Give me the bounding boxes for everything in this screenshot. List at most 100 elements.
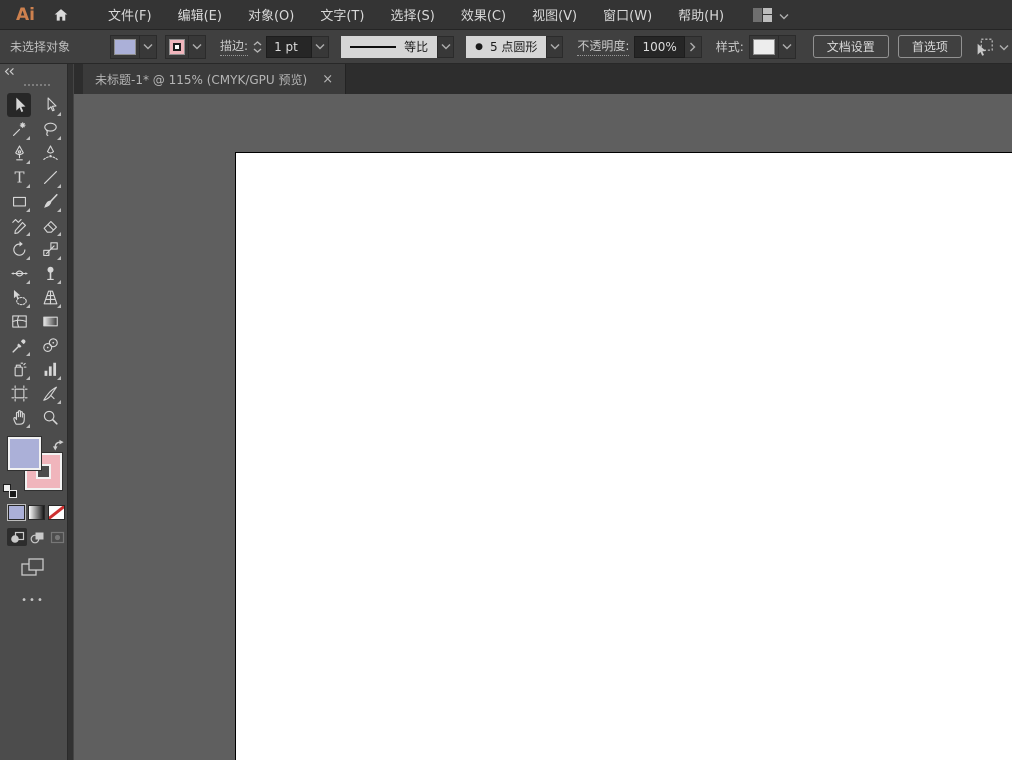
shaper-icon bbox=[11, 218, 26, 234]
chevron-down-icon bbox=[188, 35, 205, 58]
symbol-sprayer-icon bbox=[14, 362, 27, 376]
opacity-input[interactable]: 100% bbox=[634, 35, 685, 58]
chevron-down-icon bbox=[139, 35, 156, 58]
style-dropdown[interactable] bbox=[748, 34, 796, 59]
home-button[interactable] bbox=[51, 5, 71, 25]
opacity-panel-link[interactable]: 不透明度: bbox=[577, 37, 630, 56]
slice-tool[interactable] bbox=[38, 381, 62, 405]
menu-item-window[interactable]: 窗口(W) bbox=[590, 0, 665, 30]
eraser-tool[interactable] bbox=[38, 213, 62, 237]
menu-item-file[interactable]: 文件(F) bbox=[95, 0, 165, 30]
pen-icon bbox=[14, 144, 24, 160]
fill-color-dropdown[interactable] bbox=[110, 34, 158, 59]
draw-normal-button[interactable] bbox=[7, 528, 27, 546]
paintbrush-tool[interactable] bbox=[38, 189, 62, 213]
style-label: 样式: bbox=[715, 40, 744, 54]
swap-fill-stroke-button[interactable] bbox=[52, 436, 65, 455]
line-segment-tool[interactable] bbox=[38, 165, 62, 189]
workspace-layout-icon bbox=[753, 7, 773, 22]
menu-item-type[interactable]: 文字(T) bbox=[307, 0, 377, 30]
collapse-panel-icon[interactable] bbox=[4, 67, 15, 76]
symbol-sprayer-tool[interactable] bbox=[7, 357, 31, 381]
rectangle-icon bbox=[12, 196, 26, 206]
draw-inside-button[interactable] bbox=[47, 528, 67, 546]
puppet-warp-tool[interactable] bbox=[38, 261, 62, 285]
fill-swatch[interactable] bbox=[8, 437, 41, 470]
blend-tool[interactable] bbox=[38, 333, 62, 357]
screen-mode-button[interactable] bbox=[20, 557, 52, 582]
menu-bar: Ai 文件(F) 编辑(E) 对象(O) 文字(T) 选择(S) 效果(C) 视图(V) 窗口… bbox=[0, 0, 1012, 30]
document-setup-button[interactable]: 文档设置 bbox=[812, 35, 889, 58]
menu-item-edit[interactable]: 编辑(E) bbox=[165, 0, 235, 30]
color-button[interactable] bbox=[8, 505, 25, 520]
opacity-expand-button[interactable] bbox=[684, 35, 702, 58]
magic-wand-tool[interactable] bbox=[7, 117, 31, 141]
document-tab[interactable]: 未标题-1* @ 115% (CMYK/GPU 预览) × bbox=[83, 64, 347, 94]
width-profile-dropdown-button[interactable] bbox=[437, 35, 455, 58]
column-graph-tool[interactable] bbox=[38, 357, 62, 381]
gradient-icon bbox=[42, 316, 58, 326]
panel-divider[interactable] bbox=[67, 64, 74, 760]
stroke-weight-dropdown-button[interactable] bbox=[312, 35, 330, 58]
artboard-icon bbox=[10, 384, 28, 402]
width-profile-label: 等比 bbox=[404, 40, 429, 54]
preferences-button[interactable]: 首选项 bbox=[897, 35, 962, 58]
swap-arrows-icon bbox=[52, 439, 64, 451]
perspective-grid-tool[interactable] bbox=[38, 285, 62, 309]
toolbar-grip[interactable] bbox=[24, 84, 50, 86]
shape-builder-tool[interactable] bbox=[7, 285, 31, 309]
selection-tool[interactable] bbox=[7, 93, 31, 117]
menu-item-effect[interactable]: 效果(C) bbox=[448, 0, 519, 30]
stroke-weight-stepper[interactable] bbox=[253, 40, 262, 53]
chevron-down-icon bbox=[779, 5, 789, 24]
cursor-marquee-icon bbox=[977, 38, 993, 56]
edit-toolbar-button[interactable]: ••• bbox=[0, 595, 66, 606]
none-button[interactable] bbox=[48, 505, 65, 520]
curvature-tool[interactable] bbox=[38, 141, 62, 165]
stroke-color-dropdown[interactable] bbox=[165, 34, 207, 59]
canvas-pasteboard[interactable] bbox=[74, 94, 1012, 760]
width-tool[interactable] bbox=[7, 261, 31, 285]
zoom-tool[interactable] bbox=[38, 405, 62, 429]
artboard-tool[interactable] bbox=[7, 381, 31, 405]
style-swatch bbox=[752, 38, 775, 55]
artboard[interactable] bbox=[235, 152, 1012, 760]
draw-behind-button[interactable] bbox=[27, 528, 47, 546]
rotate-tool[interactable] bbox=[7, 237, 31, 261]
rectangle-tool[interactable] bbox=[7, 189, 31, 213]
hand-tool[interactable] bbox=[7, 405, 31, 429]
curvature-icon bbox=[42, 144, 58, 160]
column-graph-icon bbox=[44, 362, 56, 376]
menu-item-select[interactable]: 选择(S) bbox=[377, 0, 447, 30]
chevron-down-icon bbox=[441, 44, 451, 50]
pen-tool[interactable] bbox=[7, 141, 31, 165]
magic-wand-icon bbox=[12, 121, 26, 136]
width-profile-preview[interactable]: 等比 bbox=[341, 35, 438, 58]
brush-dropdown-button[interactable] bbox=[546, 35, 564, 58]
close-tab-icon[interactable]: × bbox=[322, 73, 333, 86]
selection-behavior-dropdown[interactable] bbox=[974, 37, 1009, 56]
gradient-button[interactable] bbox=[28, 505, 45, 520]
shaper-tool[interactable] bbox=[7, 213, 31, 237]
document-tab-bar: 未标题-1* @ 115% (CMYK/GPU 预览) × bbox=[74, 64, 1012, 94]
direct-selection-tool[interactable] bbox=[38, 93, 62, 117]
menu-item-object[interactable]: 对象(O) bbox=[235, 0, 307, 30]
stroke-panel-link[interactable]: 描边: bbox=[220, 37, 249, 56]
tools-panel: T ••• bbox=[0, 64, 74, 760]
fill-color-swatch bbox=[114, 38, 137, 55]
stroke-weight-input[interactable]: 1 pt bbox=[266, 35, 313, 58]
menu-item-help[interactable]: 帮助(H) bbox=[665, 0, 737, 30]
brush-definition-preview[interactable]: ● 5 点圆形 bbox=[466, 35, 547, 58]
default-fill-stroke-button[interactable] bbox=[3, 484, 17, 498]
chevron-down-icon bbox=[550, 44, 560, 50]
menu-item-view[interactable]: 视图(V) bbox=[519, 0, 590, 30]
gradient-tool[interactable] bbox=[38, 309, 62, 333]
scale-tool[interactable] bbox=[38, 237, 62, 261]
chevron-down-icon bbox=[777, 35, 795, 58]
lasso-tool[interactable] bbox=[38, 117, 62, 141]
eyedropper-tool[interactable] bbox=[7, 333, 31, 357]
type-tool[interactable]: T bbox=[7, 165, 31, 189]
workspace-switcher-button[interactable] bbox=[753, 5, 789, 24]
mesh-tool[interactable] bbox=[7, 309, 31, 333]
screen-mode-icon bbox=[21, 558, 44, 576]
